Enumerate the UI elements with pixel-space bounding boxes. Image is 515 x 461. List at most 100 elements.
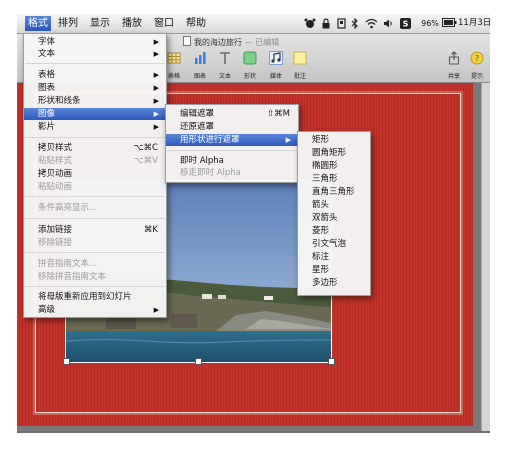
shape-oval[interactable]: 椭圆形	[298, 160, 370, 172]
menu-item-paste-style: 粘贴样式 ⌥⌘V	[24, 155, 166, 167]
shape-rectangle[interactable]: 矩形	[298, 134, 370, 146]
text-button[interactable]: 文本	[214, 50, 236, 80]
menu-window[interactable]: 窗口	[151, 16, 177, 31]
time-machine-icon[interactable]	[337, 16, 347, 31]
shape-double-arrow[interactable]: 双箭头	[298, 212, 370, 224]
shape-button[interactable]: 形状	[239, 50, 261, 80]
volume-icon[interactable]	[383, 16, 393, 31]
vertical-scrollbar[interactable]	[481, 83, 490, 431]
chart-button[interactable]: 图表	[189, 50, 211, 80]
menu-item-add-link[interactable]: 添加链接 ⌘K	[24, 224, 166, 236]
submenu-arrow-icon: ▶	[153, 97, 159, 105]
shape-diamond[interactable]: 菱形	[298, 225, 370, 237]
wifi-icon[interactable]	[365, 16, 379, 31]
menu-item-table-label: 表格	[38, 70, 56, 80]
shape-submenu: 矩形 圆角矩形 椭圆形 三角形 直角三角形 箭头 双箭头 菱形 引文气泡 标注 …	[297, 131, 371, 296]
menu-item-reapply-master-label: 将母版重新应用到幻灯片	[38, 292, 132, 302]
menu-arrange[interactable]: 排列	[55, 16, 81, 31]
s-app-icon[interactable]: S	[400, 16, 412, 31]
menu-item-mask-with-shape[interactable]: 用形状进行遮罩 ▶	[166, 134, 298, 146]
svg-text:S: S	[403, 20, 409, 29]
comment-button[interactable]: 批注	[289, 50, 311, 80]
share-button[interactable]: 共享	[443, 50, 465, 80]
resize-handle-bottom-middle[interactable]	[195, 358, 202, 365]
text-icon	[220, 52, 230, 64]
menu-item-advanced[interactable]: 高级 ▶	[24, 304, 166, 316]
menu-item-add-link-label: 添加链接	[38, 225, 73, 235]
comment-icon	[293, 51, 307, 65]
menu-separator	[25, 137, 165, 138]
menu-item-copy-style[interactable]: 拷贝样式 ⌥⌘C	[24, 142, 166, 154]
shape-label: 形状	[243, 73, 256, 80]
menu-separator	[25, 196, 165, 197]
shape-icon	[243, 51, 257, 65]
menu-clock[interactable]: 11月3日	[458, 16, 490, 31]
document-icon	[183, 36, 191, 46]
shape-quote-bubble[interactable]: 引文气泡	[298, 238, 370, 250]
window-bottom-edge	[17, 431, 490, 433]
menu-format[interactable]: 格式	[25, 16, 51, 31]
media-button[interactable]: 媒体	[265, 50, 287, 80]
menu-item-text-label: 文本	[38, 49, 56, 59]
resize-handle-bottom-left[interactable]	[63, 358, 70, 365]
add-link-shortcut: ⌘K	[143, 225, 158, 235]
menu-item-paste-animation-label: 粘贴动画	[38, 182, 73, 192]
shape-arrow[interactable]: 箭头	[298, 199, 370, 211]
menu-item-conditional-highlight-label: 条件高亮显示...	[38, 203, 98, 213]
menu-help[interactable]: 帮助	[183, 16, 209, 31]
shape-polygon[interactable]: 多边形	[298, 277, 370, 289]
submenu-arrow-icon: ▶	[153, 38, 159, 46]
shape-triangle[interactable]: 三角形	[298, 173, 370, 185]
menu-item-movie[interactable]: 影片 ▶	[24, 121, 166, 133]
battery-percent[interactable]: 96%	[418, 16, 442, 31]
submenu-arrow-icon: ▶	[153, 306, 159, 314]
shape-star[interactable]: 星形	[298, 264, 370, 276]
menu-item-instant-alpha[interactable]: 即时 Alpha	[166, 155, 298, 167]
menu-item-chart[interactable]: 图表 ▶	[24, 82, 166, 94]
lock-icon[interactable]	[322, 16, 332, 31]
menu-item-text[interactable]: 文本 ▶	[24, 48, 166, 60]
share-icon	[449, 51, 459, 65]
tips-label: 提示	[470, 73, 483, 80]
tips-icon: ?	[470, 51, 484, 65]
shape-rounded-rectangle[interactable]: 圆角矩形	[298, 147, 370, 159]
menu-item-font[interactable]: 字体 ▶	[24, 36, 166, 48]
battery-icon[interactable]	[442, 16, 458, 31]
menu-separator	[25, 252, 165, 253]
document-name: 我的海边旅行	[194, 38, 242, 47]
paste-style-shortcut: ⌥⌘V	[133, 156, 158, 166]
menu-separator	[25, 218, 165, 219]
menu-item-font-label: 字体	[38, 37, 56, 47]
text-label: 文本	[218, 73, 231, 80]
image-submenu: 编辑遮罩 ⇧⌘M 还原遮罩 用形状进行遮罩 ▶ 即时 Alpha 移走即时 Alph…	[165, 104, 299, 183]
submenu-arrow-icon: ▶	[153, 110, 159, 118]
submenu-arrow-icon: ▶	[153, 71, 159, 79]
menu-item-copy-animation[interactable]: 拷贝动画	[24, 168, 166, 180]
bug-icon[interactable]	[304, 16, 318, 31]
menu-item-image[interactable]: 图像 ▶	[24, 108, 166, 120]
menu-separator	[167, 150, 297, 151]
comment-label: 批注	[293, 73, 306, 80]
menu-item-shapes-lines[interactable]: 形状和线条 ▶	[24, 95, 166, 107]
menu-item-reapply-master[interactable]: 将母版重新应用到幻灯片	[24, 291, 166, 303]
tips-button[interactable]: ? 提示	[466, 50, 488, 80]
menu-item-copy-animation-label: 拷贝动画	[38, 169, 73, 179]
edit-mask-shortcut: ⇧⌘M	[267, 109, 290, 119]
menu-item-image-label: 图像	[38, 109, 56, 119]
chart-label: 图表	[193, 73, 206, 80]
menu-item-paste-style-label: 粘贴样式	[38, 156, 73, 166]
bluetooth-icon[interactable]	[351, 16, 361, 31]
menu-item-remove-link-label: 移除链接	[38, 238, 73, 248]
menu-item-edit-mask[interactable]: 编辑遮罩 ⇧⌘M	[166, 108, 298, 120]
menu-item-revert-mask[interactable]: 还原遮罩	[166, 121, 298, 133]
menu-item-chart-label: 图表	[38, 83, 56, 93]
menu-item-table[interactable]: 表格 ▶	[24, 69, 166, 81]
menu-view[interactable]: 显示	[87, 16, 113, 31]
menu-item-advanced-label: 高级	[38, 305, 56, 315]
menu-play[interactable]: 播放	[119, 16, 145, 31]
menu-item-remove-instant-alpha: 移走即时 Alpha	[166, 167, 298, 179]
shape-callout[interactable]: 标注	[298, 251, 370, 263]
resize-handle-bottom-right[interactable]	[328, 358, 335, 365]
menu-separator	[25, 63, 165, 64]
shape-right-triangle[interactable]: 直角三角形	[298, 186, 370, 198]
